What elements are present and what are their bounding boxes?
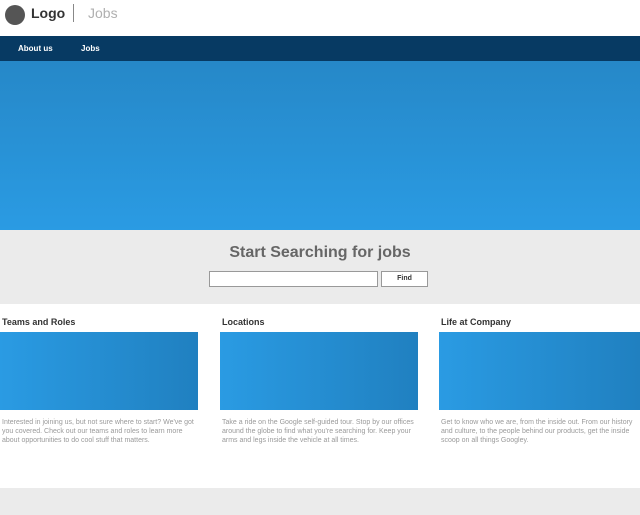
info-cards: Teams and Roles Interested in joining us… [0, 304, 640, 488]
card-title[interactable]: Life at Company [441, 317, 511, 328]
card-life-at-company: Life at Company Get to know who we are, … [439, 304, 640, 488]
find-button[interactable]: Find [381, 271, 428, 287]
card-image[interactable] [220, 332, 418, 410]
card-image[interactable] [0, 332, 198, 410]
card-title[interactable]: Locations [222, 317, 265, 328]
card-locations: Locations Take a ride on the Google self… [220, 304, 420, 488]
search-heading: Start Searching for jobs [229, 244, 411, 261]
card-image[interactable] [439, 332, 640, 410]
search-panel: Start Searching for jobs Find [0, 230, 640, 304]
site-footer [0, 488, 640, 515]
nav-item-jobs[interactable]: Jobs [81, 44, 100, 54]
header-divider [73, 4, 74, 22]
logo-text[interactable]: Logo [31, 5, 65, 21]
job-search-input[interactable] [209, 271, 378, 287]
logo-icon[interactable] [5, 5, 25, 25]
card-description: Get to know who we are, from the inside … [441, 419, 633, 444]
card-title[interactable]: Teams and Roles [2, 317, 75, 328]
card-description: Take a ride on the Google self-guided to… [222, 419, 414, 444]
card-description: Interested in joining us, but not sure w… [2, 419, 194, 444]
site-header: Logo Jobs [0, 0, 640, 36]
card-teams-and-roles: Teams and Roles Interested in joining us… [0, 304, 200, 488]
nav-item-about-us[interactable]: About us [18, 44, 53, 54]
section-title: Jobs [88, 5, 118, 21]
main-nav: About us Jobs [0, 36, 640, 61]
hero-banner [0, 61, 640, 230]
